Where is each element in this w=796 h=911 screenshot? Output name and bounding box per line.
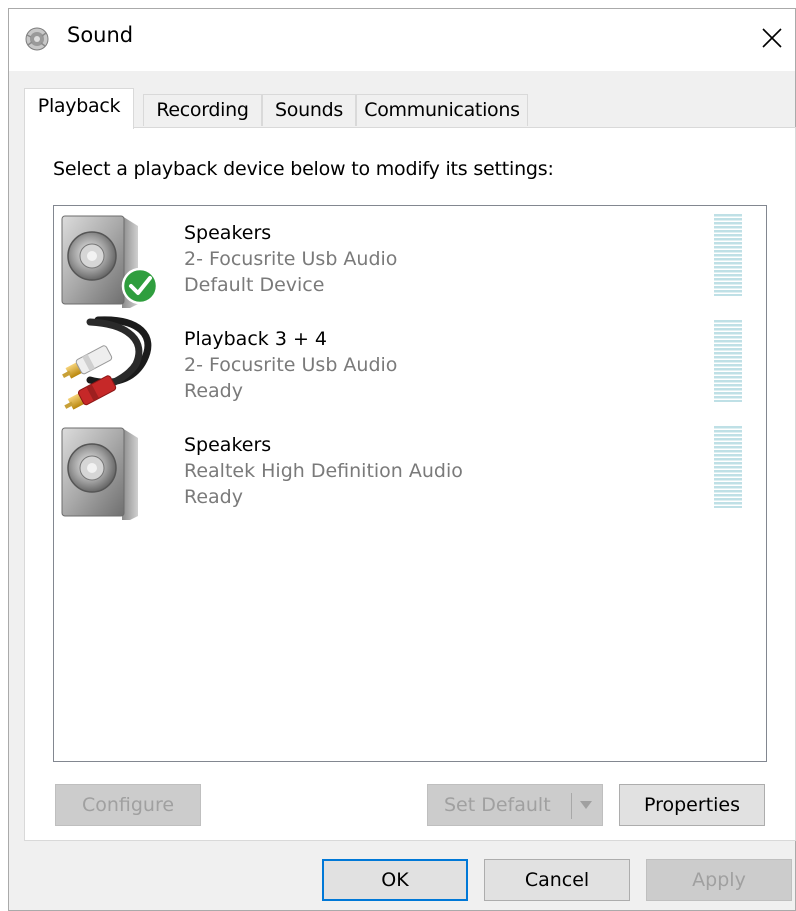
configure-button[interactable]: Configure [55,784,201,826]
properties-button[interactable]: Properties [619,784,765,826]
device-row[interactable]: Speakers 2- Focusrite Usb Audio Default … [54,206,766,310]
device-info: Speakers 2- Focusrite Usb Audio Default … [184,220,397,298]
device-list[interactable]: Speakers 2- Focusrite Usb Audio Default … [53,205,767,762]
device-name: Speakers [184,434,272,456]
device-name: Speakers [184,222,272,244]
close-button[interactable] [749,9,795,67]
tab-playback[interactable]: Playback [24,88,134,129]
device-status: Ready [184,380,243,402]
chevron-down-icon[interactable] [578,799,594,811]
default-check-icon [121,267,158,305]
device-driver: 2- Focusrite Usb Audio [184,248,398,270]
set-default-button[interactable]: Set Default [427,784,603,826]
device-driver: Realtek High Definition Audio [184,460,463,482]
device-name: Playback 3 + 4 [184,328,327,350]
instruction-text: Select a playback device below to modify… [53,158,554,180]
volume-meter [714,320,742,402]
title-bar: Sound [9,9,795,71]
device-row[interactable]: Speakers Realtek High Definition Audio R… [54,418,766,522]
tab-sounds[interactable]: Sounds [262,94,356,126]
device-status: Ready [184,486,243,508]
close-icon [762,28,782,48]
playback-panel: Select a playback device below to modify… [24,127,796,841]
speaker-icon [61,215,158,308]
cancel-button[interactable]: Cancel [484,859,630,901]
volume-meter [714,214,742,296]
sound-dialog: Sound Playback Recording Sounds Communic… [8,8,796,911]
device-status: Default Device [184,274,325,296]
device-driver: 2- Focusrite Usb Audio [184,354,398,376]
tab-recording[interactable]: Recording [143,94,262,126]
ok-button[interactable]: OK [322,859,468,901]
speaker-icon [61,427,138,520]
tab-communications[interactable]: Communications [356,94,528,126]
volume-meter [714,426,742,508]
rca-cable-icon [62,316,152,410]
device-row[interactable]: Playback 3 + 4 2- Focusrite Usb Audio Re… [54,312,766,416]
speaker-icon [25,27,49,51]
set-default-label: Set Default [444,794,551,816]
window-title: Sound [67,23,134,47]
split-separator [571,793,572,819]
device-info: Speakers Realtek High Definition Audio R… [184,432,463,510]
device-info: Playback 3 + 4 2- Focusrite Usb Audio Re… [184,326,397,404]
apply-button[interactable]: Apply [646,859,792,901]
